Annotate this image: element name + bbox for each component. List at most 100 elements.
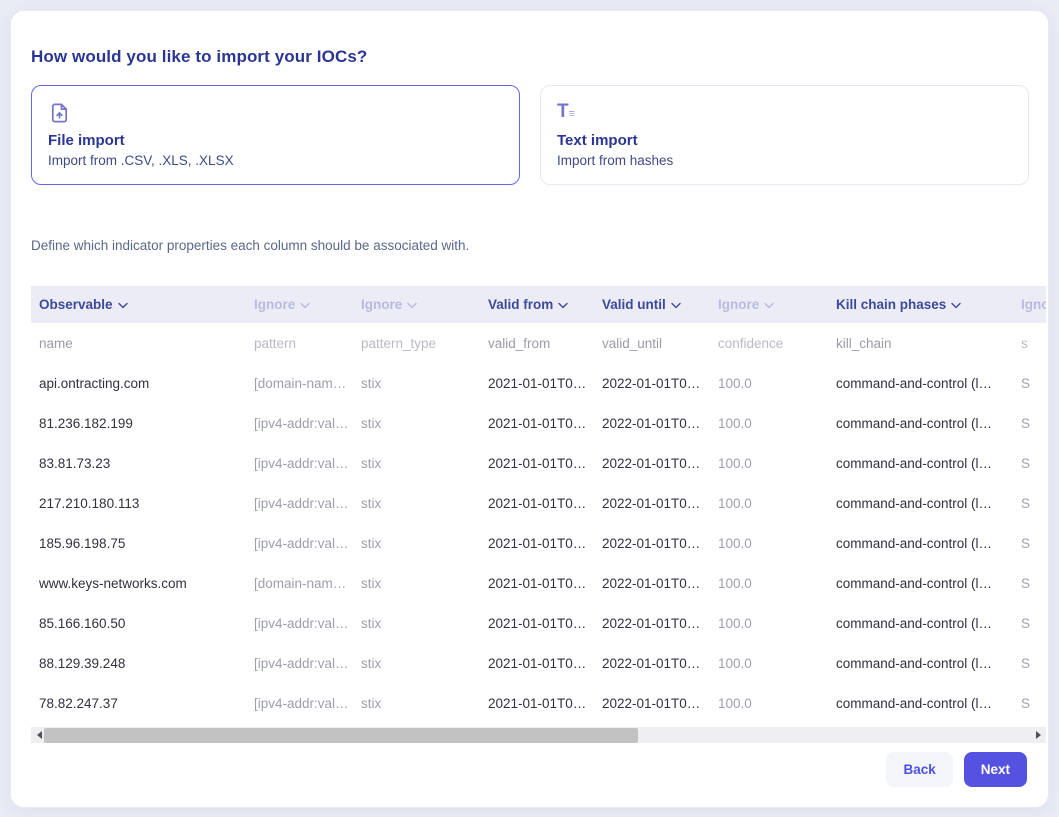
table-cell: command-and-control (l…	[828, 416, 1013, 431]
table-cell: 217.210.180.113	[31, 496, 246, 511]
table-cell: valid_until	[594, 336, 710, 351]
chevron-down-icon	[671, 302, 681, 309]
table-row: www.keys-networks.com[domain-nam…stix202…	[31, 563, 1046, 603]
table-cell: 2022-01-01T0…	[594, 576, 710, 591]
text-import-card[interactable]: T≡ Text import Import from hashes	[540, 85, 1029, 185]
table-cell: 2021-01-01T0…	[480, 376, 594, 391]
chevron-down-icon	[764, 302, 774, 309]
table-cell: [ipv4-addr:val…	[246, 456, 353, 471]
column-mapping-select[interactable]: Observable	[31, 297, 246, 312]
column-mapping-select[interactable]: Ignore	[246, 297, 353, 312]
table-cell: [domain-nam…	[246, 376, 353, 391]
table-row: 78.82.247.37[ipv4-addr:val…stix2021-01-0…	[31, 683, 1046, 723]
file-import-card[interactable]: File import Import from .CSV, .XLS, .XLS…	[31, 85, 520, 185]
column-mapping-select[interactable]: Ignore	[1013, 297, 1046, 312]
column-mapping-hint: Define which indicator properties each c…	[31, 238, 469, 253]
scrollbar-thumb[interactable]	[44, 728, 638, 743]
column-mapping-select[interactable]: Kill chain phases	[828, 297, 1013, 312]
table-cell: 85.166.160.50	[31, 616, 246, 631]
table-row: 185.96.198.75[ipv4-addr:val…stix2021-01-…	[31, 523, 1046, 563]
file-upload-icon	[48, 101, 503, 127]
table-cell: [ipv4-addr:val…	[246, 696, 353, 711]
table-cell: 100.0	[710, 496, 828, 511]
table-row: 83.81.73.23[ipv4-addr:val…stix2021-01-01…	[31, 443, 1046, 483]
column-mapping-select[interactable]: Valid from	[480, 297, 594, 312]
table-cell: 100.0	[710, 656, 828, 671]
table-cell: 2022-01-01T0…	[594, 536, 710, 551]
table-cell: 100.0	[710, 536, 828, 551]
table-row: 81.236.182.199[ipv4-addr:val…stix2021-01…	[31, 403, 1046, 443]
dialog-footer: Back Next	[886, 752, 1027, 787]
scroll-right-arrow-icon[interactable]	[1030, 727, 1046, 743]
table-cell: stix	[353, 376, 480, 391]
table-row: 217.210.180.113[ipv4-addr:val…stix2021-0…	[31, 483, 1046, 523]
back-button[interactable]: Back	[886, 752, 952, 787]
table-cell: 100.0	[710, 416, 828, 431]
column-mapping-select[interactable]: Ignore	[710, 297, 828, 312]
table-cell: valid_from	[480, 336, 594, 351]
table-cell: 2021-01-01T0…	[480, 416, 594, 431]
table-cell: command-and-control (l…	[828, 696, 1013, 711]
table-cell: S	[1013, 456, 1046, 471]
mapping-table: Observable Ignore Ignore Valid from Vali…	[31, 286, 1046, 723]
table-cell: pattern_type	[353, 336, 480, 351]
table-cell: stix	[353, 576, 480, 591]
column-mapping-select[interactable]: Ignore	[353, 297, 480, 312]
chevron-down-icon	[558, 302, 568, 309]
column-mapping-select[interactable]: Valid until	[594, 297, 710, 312]
column-mapping-label: Ignore	[361, 297, 402, 312]
table-cell: command-and-control (l…	[828, 376, 1013, 391]
table-cell: 185.96.198.75	[31, 536, 246, 551]
column-mapping-label: Valid from	[488, 297, 553, 312]
table-cell: stix	[353, 616, 480, 631]
column-mapping-label: Ignore	[1021, 297, 1046, 312]
table-row: api.ontracting.com[domain-nam…stix2021-0…	[31, 363, 1046, 403]
table-cell: 2021-01-01T0…	[480, 656, 594, 671]
table-cell: command-and-control (l…	[828, 616, 1013, 631]
table-cell: 2021-01-01T0…	[480, 616, 594, 631]
next-button[interactable]: Next	[964, 752, 1027, 787]
table-cell: 88.129.39.248	[31, 656, 246, 671]
table-cell: 2021-01-01T0…	[480, 696, 594, 711]
import-iocs-dialog: How would you like to import your IOCs? …	[10, 10, 1049, 808]
table-cell: 100.0	[710, 376, 828, 391]
table-cell: kill_chain	[828, 336, 1013, 351]
table-cell: command-and-control (l…	[828, 536, 1013, 551]
table-cell: [ipv4-addr:val…	[246, 616, 353, 631]
dialog-title: How would you like to import your IOCs?	[31, 47, 367, 67]
table-cell: stix	[353, 536, 480, 551]
table-cell: S	[1013, 656, 1046, 671]
table-cell: s	[1013, 336, 1046, 351]
table-cell: 100.0	[710, 576, 828, 591]
table-cell: 2022-01-01T0…	[594, 496, 710, 511]
horizontal-scrollbar[interactable]	[31, 727, 1046, 743]
file-import-subtitle: Import from .CSV, .XLS, .XLSX	[48, 153, 503, 168]
table-cell: 2021-01-01T0…	[480, 576, 594, 591]
table-cell: 100.0	[710, 696, 828, 711]
table-cell: command-and-control (l…	[828, 656, 1013, 671]
table-cell: 2021-01-01T0…	[480, 496, 594, 511]
table-cell: 100.0	[710, 456, 828, 471]
table-cell: confidence	[710, 336, 828, 351]
table-cell: stix	[353, 656, 480, 671]
table-cell: command-and-control (l…	[828, 496, 1013, 511]
table-cell: S	[1013, 696, 1046, 711]
table-cell: stix	[353, 496, 480, 511]
table-cell: 2022-01-01T0…	[594, 416, 710, 431]
table-cell: S	[1013, 496, 1046, 511]
table-cell: 100.0	[710, 616, 828, 631]
table-cell: 83.81.73.23	[31, 456, 246, 471]
table-cell: 81.236.182.199	[31, 416, 246, 431]
table-cell: 2022-01-01T0…	[594, 696, 710, 711]
table-cell: stix	[353, 456, 480, 471]
table-row: 85.166.160.50[ipv4-addr:val…stix2021-01-…	[31, 603, 1046, 643]
text-import-subtitle: Import from hashes	[557, 153, 1012, 168]
table-row: namepatternpattern_typevalid_fromvalid_u…	[31, 323, 1046, 363]
table-cell: S	[1013, 416, 1046, 431]
chevron-down-icon	[407, 302, 417, 309]
table-cell: S	[1013, 536, 1046, 551]
text-import-title: Text import	[557, 132, 1012, 149]
table-cell: name	[31, 336, 246, 351]
column-mapping-label: Ignore	[718, 297, 759, 312]
chevron-down-icon	[300, 302, 310, 309]
